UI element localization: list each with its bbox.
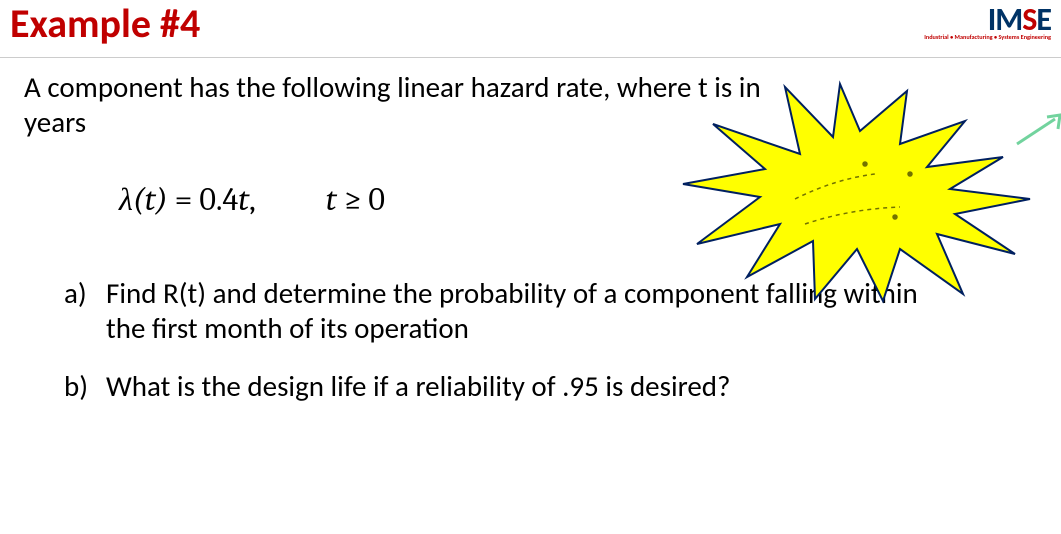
lambda-symbol: λ <box>119 181 133 218</box>
question-b: b) What is the design life if a reliabil… <box>64 369 1037 404</box>
variable-t-3: t <box>326 181 337 218</box>
question-a-label: a) <box>64 276 106 347</box>
slide-header: Example #4 IMSE Industrial • Manufacturi… <box>0 0 1061 58</box>
question-b-label: b) <box>64 369 106 404</box>
starburst-icon <box>665 69 1061 309</box>
logo-main: IMSE <box>924 6 1051 35</box>
formula-rhs: t ≥ 0 <box>326 181 385 218</box>
logo-subtitle: Industrial • Manufacturing • Systems Eng… <box>924 33 1051 41</box>
imse-logo: IMSE Industrial • Manufacturing • System… <box>924 2 1051 41</box>
question-b-text: What is the design life if a reliability… <box>106 369 946 404</box>
formula-lhs: λ(t) = 0.4t, <box>119 181 256 218</box>
variable-t-2: t <box>238 181 249 218</box>
formula-row: λ(t) = 0.4t, t ≥ 0 <box>119 181 1037 218</box>
variable-t: t <box>145 181 156 218</box>
slide-content: A component has the following linear haz… <box>0 58 1061 404</box>
slide-title: Example #4 <box>10 2 200 46</box>
